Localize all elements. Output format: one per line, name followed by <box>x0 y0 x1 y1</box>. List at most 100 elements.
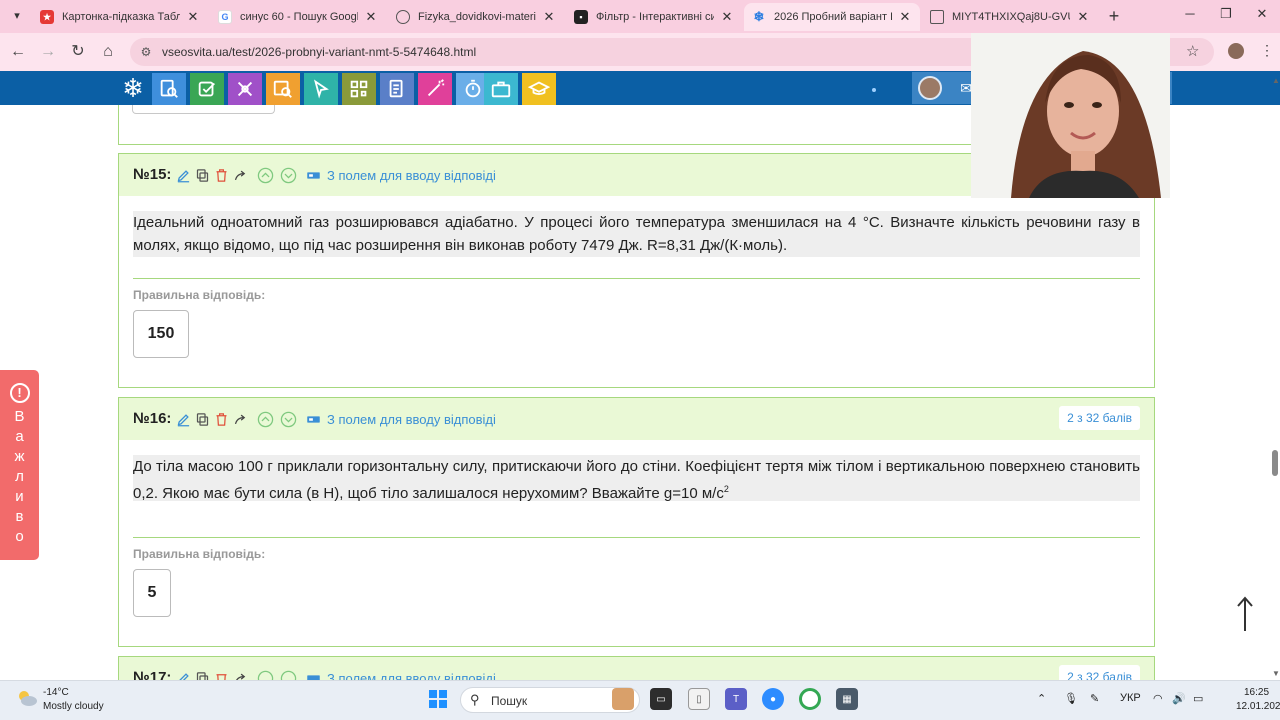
tab-title: Картонка-підказка Таблиц <box>62 11 180 23</box>
input-field-type-icon <box>305 409 322 429</box>
microphone-icon[interactable]: 🎙 <box>1064 692 1078 705</box>
browser-tab-active[interactable]: ❄ 2026 Пробний варіант НМ ✕ <box>744 3 920 31</box>
browser-tab[interactable]: Fizyka_dovidkovi-materialy ✕ <box>388 3 564 31</box>
move-down-circle-icon[interactable] <box>280 409 297 429</box>
webcam-overlay <box>971 33 1170 198</box>
question-type-label[interactable]: З полем для вводу відповіді <box>327 412 496 427</box>
scroll-to-top-arrow-icon[interactable] <box>1232 594 1258 634</box>
task-view-icon[interactable]: ▭ <box>650 688 672 710</box>
new-tab-plus-icon[interactable]: + <box>1104 6 1124 26</box>
delete-trash-icon[interactable] <box>213 409 230 429</box>
browser-tab[interactable]: G синус 60 - Пошук Google ✕ <box>210 3 386 31</box>
side-tab-letter: и <box>15 488 24 505</box>
minimize-icon[interactable]: ─ <box>1176 6 1204 26</box>
side-tab-letter: л <box>15 468 24 485</box>
copy-icon[interactable] <box>194 409 211 429</box>
nav-cursor-icon[interactable] <box>304 73 338 105</box>
windows-start-icon[interactable] <box>427 688 449 710</box>
tab-close-icon[interactable]: ✕ <box>542 9 556 25</box>
copy-icon[interactable] <box>194 165 211 185</box>
globe-icon <box>396 10 410 24</box>
wifi-icon[interactable]: ◠ <box>1153 692 1163 705</box>
question-tools <box>175 165 324 185</box>
nav-dot <box>872 88 876 92</box>
tab-close-icon[interactable]: ✕ <box>1076 9 1090 25</box>
tab-favicon-icon: ★ <box>40 10 54 24</box>
browser-tab[interactable]: MIYT4THXIXQaj8U-GVUB ✕ <box>922 3 1098 31</box>
zoom-icon[interactable]: ● <box>762 688 784 710</box>
site-logo-snowflake-icon[interactable]: ❄ <box>118 73 148 103</box>
delete-trash-icon[interactable] <box>213 165 230 185</box>
question-text: Ідеальний одноатомний газ розширювався а… <box>133 211 1140 257</box>
nav-graduation-cap-icon[interactable] <box>522 73 556 105</box>
calculator-icon[interactable]: ▦ <box>836 688 858 710</box>
important-side-tab[interactable]: ! Важливо <box>0 370 39 560</box>
clock-date[interactable]: 12.01.2026 <box>1236 701 1280 712</box>
share-arrow-icon[interactable] <box>232 409 249 429</box>
side-tab-letter: а <box>15 428 24 445</box>
tab-title: MIYT4THXIXQaj8U-GVUB <box>952 11 1070 23</box>
tab-search-icon[interactable]: ▾ <box>8 7 26 25</box>
nav-briefcase-icon[interactable] <box>484 73 518 105</box>
profile-avatar[interactable] <box>1228 43 1244 59</box>
maximize-icon[interactable]: ❐ <box>1212 6 1240 26</box>
share-arrow-icon[interactable] <box>232 165 249 185</box>
clock-time[interactable]: 16:25 <box>1244 687 1269 698</box>
user-avatar[interactable] <box>918 76 942 100</box>
tray-overflow-chevron-icon[interactable]: ⌃ <box>1037 692 1046 705</box>
reload-icon[interactable]: ↻ <box>68 42 88 62</box>
question-type-label[interactable]: З полем для вводу відповіді <box>327 168 496 183</box>
input-field-type-icon <box>305 165 322 185</box>
nav-qr-icon[interactable] <box>342 73 376 105</box>
nav-magic-wand-icon[interactable] <box>418 73 452 105</box>
divider <box>133 278 1140 279</box>
back-arrow-icon[interactable]: ← <box>8 42 28 62</box>
nav-document-icon[interactable] <box>380 73 414 105</box>
browser-tab[interactable]: ▪ Фільтр - Інтерактивні сим ✕ <box>566 3 742 31</box>
weather-temperature[interactable]: -14°C <box>43 687 69 698</box>
chrome-icon[interactable] <box>799 688 821 710</box>
move-up-circle-icon[interactable] <box>257 165 274 185</box>
tab-close-icon[interactable]: ✕ <box>898 9 912 25</box>
teams-icon[interactable]: T <box>725 688 747 710</box>
scroll-up-icon[interactable]: ▲ <box>1272 76 1280 85</box>
weather-description[interactable]: Mostly cloudy <box>43 701 104 712</box>
tab-close-icon[interactable]: ✕ <box>186 9 200 25</box>
tab-close-icon[interactable]: ✕ <box>364 9 378 25</box>
nav-image-search-icon[interactable] <box>266 73 300 105</box>
pen-icon[interactable]: ✎ <box>1090 692 1099 705</box>
question-number: №15: <box>133 166 172 183</box>
edit-pencil-icon[interactable] <box>175 165 192 185</box>
tab-close-icon[interactable]: ✕ <box>720 9 734 25</box>
presenter-video-image <box>971 33 1170 198</box>
scroll-down-icon[interactable]: ▼ <box>1272 669 1280 678</box>
move-up-circle-icon[interactable] <box>257 409 274 429</box>
nav-tools-icon[interactable] <box>228 73 262 105</box>
file-icon[interactable]: ▯ <box>688 688 710 710</box>
site-info-icon[interactable]: ⚙ <box>138 44 154 60</box>
side-tab-label: Важливо <box>0 407 39 547</box>
move-down-circle-icon[interactable] <box>280 165 297 185</box>
menu-kebab-icon[interactable]: ⋮ <box>1260 42 1274 59</box>
phet-icon: ▪ <box>574 10 588 24</box>
window-close-icon[interactable]: ✕ <box>1248 6 1276 26</box>
home-icon[interactable]: ⌂ <box>98 42 118 62</box>
browser-tab[interactable]: ★ Картонка-підказка Таблиц ✕ <box>32 3 208 31</box>
nav-check-icon[interactable] <box>190 73 224 105</box>
edit-pencil-icon[interactable] <box>175 409 192 429</box>
nav-search-doc-icon[interactable] <box>152 73 186 105</box>
weather-cloud-icon[interactable] <box>16 689 38 707</box>
side-tab-letter: В <box>14 408 25 425</box>
scrollbar-thumb[interactable] <box>1272 450 1278 476</box>
language-indicator[interactable]: УКР <box>1120 692 1141 704</box>
google-icon: G <box>218 10 232 24</box>
bookmark-star-icon[interactable]: ☆ <box>1186 42 1199 60</box>
previous-answer-box <box>132 105 275 114</box>
question-text-body: До тіла масою 100 г приклали горизонталь… <box>133 458 1140 502</box>
battery-icon[interactable]: ▭ <box>1193 692 1203 705</box>
volume-icon[interactable]: 🔊 <box>1172 692 1186 705</box>
forward-arrow-icon[interactable]: → <box>38 42 58 62</box>
exclamation-icon: ! <box>9 383 30 403</box>
document-icon <box>930 10 944 24</box>
search-highlight-icon[interactable] <box>612 688 634 710</box>
